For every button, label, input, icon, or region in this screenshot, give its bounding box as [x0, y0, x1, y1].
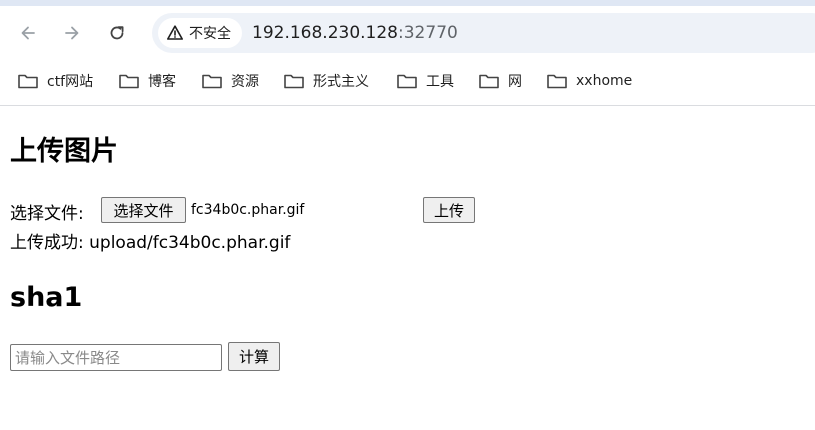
- bookmark-label: 网: [508, 74, 522, 90]
- bookmark-blog[interactable]: 博客: [118, 69, 176, 93]
- folder-icon: [479, 74, 499, 89]
- url-text[interactable]: 192.168.230.128:32770: [252, 23, 458, 43]
- bookmark-label: 资源: [231, 74, 259, 90]
- upload-success-message: 上传成功: upload/fc34b0c.phar.gif: [10, 228, 290, 253]
- folder-icon: [18, 74, 38, 89]
- arrow-left-icon: [21, 26, 35, 40]
- bookmark-label: 工具: [426, 74, 454, 90]
- bookmark-label: 博客: [148, 74, 176, 90]
- security-label: 不安全: [189, 26, 231, 42]
- bookmark-label: 形式主义: [313, 74, 369, 90]
- selected-file-name: fc34b0c.phar.gif: [191, 202, 305, 218]
- folder-icon: [397, 74, 417, 89]
- upload-form: 选择文件: 选择文件 fc34b0c.phar.gif 上传: [10, 197, 810, 225]
- address-bar[interactable]: 不安全 192.168.230.128:32770: [152, 13, 815, 53]
- bookmark-tools[interactable]: 工具: [396, 69, 454, 93]
- bookmark-xxhome[interactable]: xxhome: [546, 69, 632, 93]
- choose-file-button[interactable]: 选择文件: [101, 197, 186, 223]
- folder-icon: [202, 74, 222, 89]
- bookmarks-bar: ctf网站 博客 资源 形式主义 工具 网 xxhome: [0, 59, 815, 106]
- security-chip[interactable]: 不安全: [158, 18, 242, 48]
- file-path-input[interactable]: [10, 344, 222, 371]
- bookmark-ctf[interactable]: ctf网站: [17, 69, 93, 93]
- reload-icon: [110, 26, 124, 40]
- url-port: :32770: [398, 23, 458, 43]
- folder-icon: [119, 74, 139, 89]
- success-label: 上传成功:: [10, 233, 90, 253]
- bookmark-net[interactable]: 网: [478, 69, 522, 93]
- bookmark-resources[interactable]: 资源: [201, 69, 259, 93]
- folder-icon: [284, 74, 304, 89]
- bookmark-label: xxhome: [576, 73, 633, 89]
- warning-triangle-icon: [167, 25, 183, 40]
- success-path: upload/fc34b0c.phar.gif: [89, 233, 291, 253]
- arrow-right-icon: [65, 26, 79, 40]
- url-host: 192.168.230.128: [252, 23, 399, 43]
- bookmark-label: ctf网站: [47, 74, 94, 90]
- sha1-heading: sha1: [10, 282, 83, 313]
- file-label: 选择文件:: [10, 204, 84, 224]
- upload-button[interactable]: 上传: [423, 197, 475, 223]
- compute-button[interactable]: 计算: [228, 342, 280, 371]
- browser-toolbar: 不安全 192.168.230.128:32770: [0, 6, 815, 59]
- reload-button[interactable]: [104, 20, 130, 46]
- upload-heading: 上传图片: [10, 136, 118, 167]
- back-button[interactable]: [15, 20, 41, 46]
- folder-icon: [547, 74, 567, 89]
- bookmark-formalism[interactable]: 形式主义: [283, 69, 369, 93]
- forward-button[interactable]: [59, 20, 85, 46]
